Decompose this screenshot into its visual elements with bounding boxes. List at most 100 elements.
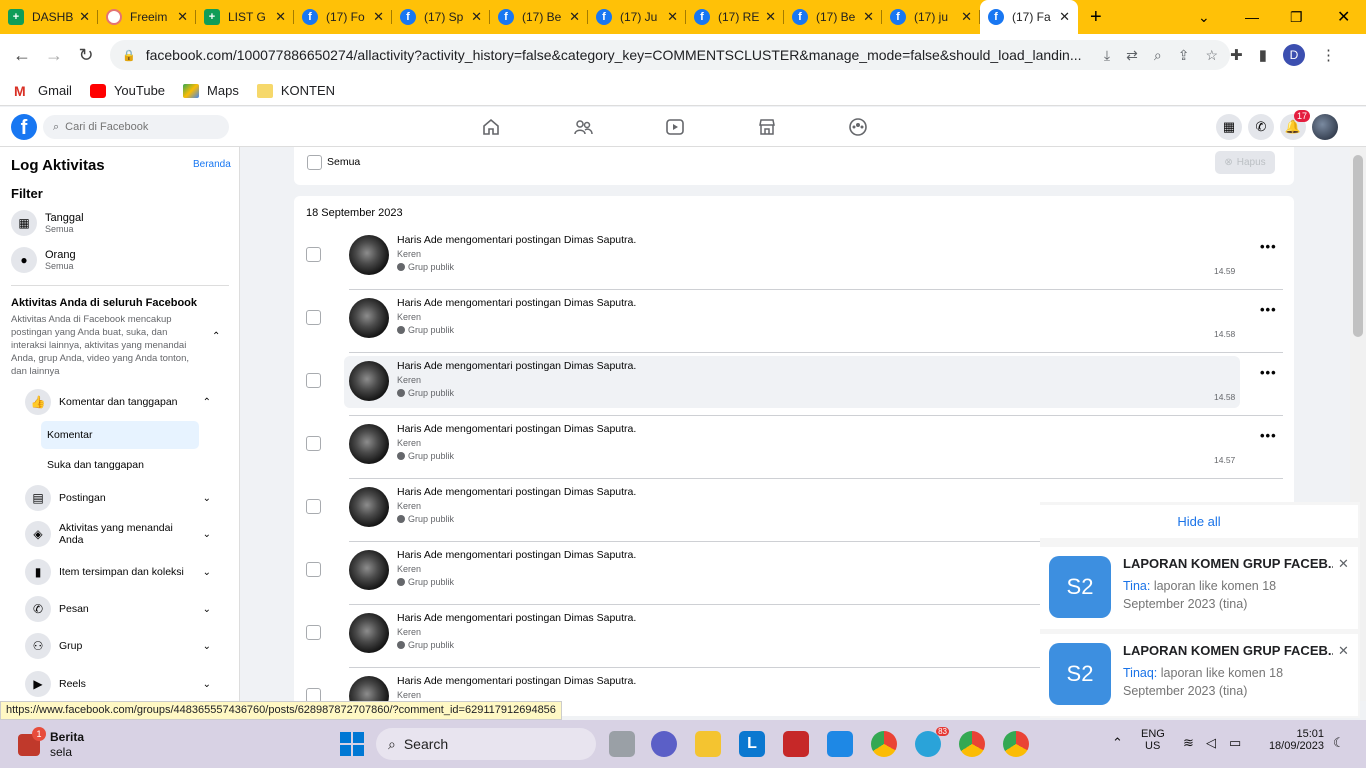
extensions-icon[interactable]: ✚ [1230,46,1243,64]
activity-title[interactable]: Haris Ade mengomentari postingan Dimas S… [397,486,636,498]
moon-icon[interactable]: ☾ [1333,735,1345,751]
chrome-icon[interactable] [871,731,897,757]
mcafee-icon[interactable] [783,731,809,757]
close-icon[interactable]: ✕ [1338,556,1349,572]
activity-row[interactable]: Haris Ade mengomentari postingan Dimas S… [294,227,1294,290]
browser-tab[interactable]: + DASHB ✕ [0,0,98,34]
chrome-icon[interactable] [959,731,985,757]
volume-icon[interactable]: ◁ [1206,735,1216,751]
reload-button[interactable]: ↻ [70,45,102,66]
tab-close-icon[interactable]: ✕ [863,9,874,25]
post-thumbnail[interactable] [349,361,389,401]
new-tab-button[interactable]: + [1090,0,1102,34]
tab-close-icon[interactable]: ✕ [275,9,286,25]
battery-icon[interactable]: ▭ [1229,735,1241,751]
subcategory-comments[interactable]: Komentar [41,421,199,449]
tab-close-icon[interactable]: ✕ [471,9,482,25]
facebook-search[interactable]: ⌕ [43,115,229,139]
browser-tab[interactable]: f (17) Ju ✕ [588,0,686,34]
search-input[interactable] [65,121,216,133]
category-posts[interactable]: ▤ Postingan ⌄ [25,483,215,513]
store-icon[interactable] [827,731,853,757]
tab-close-icon[interactable]: ✕ [79,9,90,25]
address-bar[interactable]: 🔒 facebook.com/100077886650274/allactivi… [110,40,1230,70]
bookmark-konten[interactable]: KONTEN [256,83,335,98]
browser-tab[interactable]: + LIST G ✕ [196,0,294,34]
menu-grid-icon[interactable]: ▦ [1216,114,1242,140]
activity-title[interactable]: Haris Ade mengomentari postingan Dimas S… [397,423,636,435]
category-reels[interactable]: ▶ Reels ⌄ [25,669,215,699]
scrollbar-thumb[interactable] [1353,155,1363,337]
chrome-icon[interactable] [1003,731,1029,757]
tab-close-icon[interactable]: ✕ [373,9,384,25]
home-nav-icon[interactable] [481,117,501,137]
side-panel-icon[interactable]: ▮ [1259,46,1267,64]
filter-person[interactable]: ● Orang Semua [11,247,76,273]
activity-title[interactable]: Haris Ade mengomentari postingan Dimas S… [397,297,636,309]
row-checkbox[interactable] [306,436,321,451]
row-checkbox[interactable] [306,310,321,325]
activity-row[interactable]: Haris Ade mengomentari postingan Dimas S… [294,416,1294,479]
hide-all-button[interactable]: Hide all [1040,505,1358,538]
tab-close-icon[interactable]: ✕ [765,9,776,25]
clock[interactable]: 15:01 18/09/2023 [1262,728,1324,752]
menu-icon[interactable]: ⋮ [1321,46,1336,64]
activity-title[interactable]: Haris Ade mengomentari postingan Dimas S… [397,234,636,246]
tab-search-chevron-icon[interactable]: ⌄ [1198,0,1210,34]
select-all-checkbox[interactable] [307,155,322,170]
notification-card[interactable]: S2 LAPORAN KOMEN GRUP FACEB... ✕ Tina: l… [1040,547,1358,629]
tab-close-icon[interactable]: ✕ [667,9,678,25]
profile-avatar[interactable]: D [1283,44,1305,66]
browser-tab[interactable]: f (17) Sp ✕ [392,0,490,34]
category-messages[interactable]: ✆ Pesan ⌄ [25,594,215,624]
activity-title[interactable]: Haris Ade mengomentari postingan Dimas S… [397,360,636,372]
tab-close-icon[interactable]: ✕ [569,9,580,25]
post-thumbnail[interactable] [349,235,389,275]
taskbar-search[interactable]: ⌕ Search [376,728,596,760]
tab-close-icon[interactable]: ✕ [961,9,972,25]
collapse-chevron-icon[interactable]: ⌃ [212,331,220,342]
row-checkbox[interactable] [306,373,321,388]
friends-nav-icon[interactable] [573,117,593,137]
share-icon[interactable]: ⇪ [1178,47,1190,64]
close-window-button[interactable]: ✕ [1337,0,1350,34]
post-thumbnail[interactable] [349,298,389,338]
category-tagged-activity[interactable]: ◈ Aktivitas yang menandai Anda ⌄ [25,519,215,549]
messenger-icon[interactable]: ✆ [1248,114,1274,140]
news-widget[interactable]: 1 Berita sela [18,727,84,760]
l-app-icon[interactable]: L [739,731,765,757]
watch-nav-icon[interactable] [665,117,685,137]
browser-tab[interactable]: f (17) Fa ✕ [980,0,1078,34]
browser-tab[interactable]: f (17) ju ✕ [882,0,980,34]
row-checkbox[interactable] [306,562,321,577]
task-view-icon[interactable] [609,731,635,757]
wifi-icon[interactable]: ≋ [1183,735,1194,751]
more-options-icon[interactable]: ••• [1260,239,1277,254]
post-thumbnail[interactable] [349,550,389,590]
bookmark-youtube[interactable]: YouTube [89,83,165,98]
translate-icon[interactable]: ⇄ [1126,47,1138,64]
download-icon[interactable]: ⤓ [1104,47,1110,64]
browser-tab[interactable]: f (17) Fo ✕ [294,0,392,34]
browser-tab[interactable]: f (17) RE ✕ [686,0,784,34]
more-options-icon[interactable]: ••• [1260,302,1277,317]
forward-button[interactable]: → [38,45,70,66]
profile-avatar[interactable] [1312,114,1338,140]
start-button[interactable] [340,732,364,756]
bookmark-gmail[interactable]: M Gmail [14,83,72,98]
browser-tab[interactable]: f (17) Be ✕ [490,0,588,34]
marketplace-nav-icon[interactable] [757,117,777,137]
post-thumbnail[interactable] [349,487,389,527]
bookmark-maps[interactable]: Maps [183,83,239,98]
delete-button[interactable]: ⊗ Hapus [1215,151,1275,174]
activity-title[interactable]: Haris Ade mengomentari postingan Dimas S… [397,675,636,687]
activity-title[interactable]: Haris Ade mengomentari postingan Dimas S… [397,612,636,624]
home-link[interactable]: Beranda [193,159,231,170]
notification-card[interactable]: S2 LAPORAN KOMEN GRUP FACEB... ✕ Tinaq: … [1040,634,1358,716]
row-checkbox[interactable] [306,625,321,640]
activity-title[interactable]: Haris Ade mengomentari postingan Dimas S… [397,549,636,561]
subcategory-likes-reactions[interactable]: Suka dan tanggapan [41,451,199,479]
facebook-logo[interactable]: f [11,114,37,140]
category-groups[interactable]: ⚇ Grup ⌄ [25,631,215,661]
tab-close-icon[interactable]: ✕ [1059,9,1070,25]
